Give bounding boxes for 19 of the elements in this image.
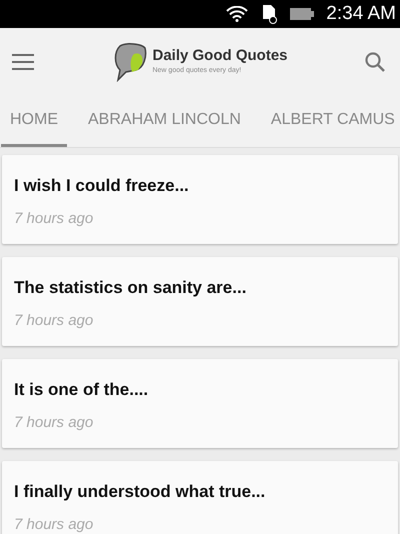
post-time: 7 hours ago [14, 516, 94, 534]
speech-bubble-logo-icon [112, 42, 148, 82]
post-title: It is one of the.... [14, 379, 150, 400]
app-title: Daily Good Quotes [152, 46, 288, 66]
post-card[interactable]: I finally understood what true... 7 hours ago [2, 461, 398, 534]
post-card[interactable]: It is one of the.... 7 hours ago [2, 359, 398, 448]
post-card[interactable]: I wish I could freeze... 7 hours ago [2, 155, 398, 244]
post-time: 7 hours ago [14, 312, 94, 331]
post-time: 7 hours ago [14, 210, 94, 229]
sd-card-icon [260, 4, 278, 24]
battery-icon [290, 7, 314, 21]
post-time: 7 hours ago [14, 414, 94, 433]
post-card[interactable]: The statistics on sanity are... 7 hours ago [2, 257, 398, 346]
menu-button[interactable] [12, 52, 36, 72]
status-time: 2:34 AM [326, 2, 396, 26]
wifi-icon [226, 6, 248, 22]
post-title: I finally understood what true... [14, 481, 266, 502]
post-title: The statistics on sanity are... [14, 277, 248, 298]
post-title: I wish I could freeze... [14, 175, 190, 196]
